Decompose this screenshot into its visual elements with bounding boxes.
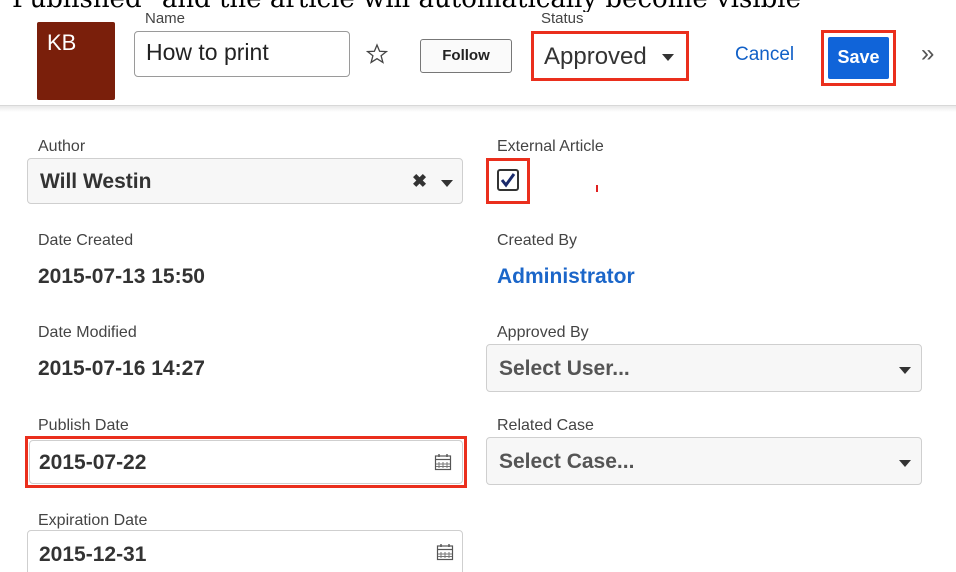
clear-icon[interactable]: ✖ — [412, 171, 427, 192]
created-by-label: Created By — [497, 232, 578, 249]
save-button-highlight: Save — [821, 30, 896, 86]
related-case-select[interactable]: Select Case... — [486, 437, 922, 485]
related-case-label: Related Case — [497, 417, 594, 434]
publish-date-input[interactable]: 2015-07-22 — [29, 440, 463, 484]
favorite-star-icon[interactable] — [366, 43, 388, 65]
cancel-button[interactable]: Cancel — [735, 44, 794, 66]
chevron-down-icon — [662, 54, 674, 61]
status-value: Approved — [544, 43, 647, 70]
calendar-icon[interactable] — [434, 453, 452, 471]
date-modified-value: 2015-07-16 14:27 — [38, 357, 205, 380]
module-avatar: KB — [37, 22, 115, 100]
approved-by-select[interactable]: Select User... — [486, 344, 922, 392]
checkmark-icon — [500, 173, 516, 188]
status-dropdown[interactable]: Approved — [531, 31, 689, 81]
chevron-down-icon — [899, 367, 911, 374]
related-case-placeholder: Select Case... — [499, 450, 635, 473]
chevron-down-icon — [441, 180, 453, 187]
save-button[interactable]: Save — [828, 37, 889, 79]
red-mark — [596, 185, 598, 192]
follow-button[interactable]: Follow — [420, 39, 512, 73]
chevron-down-icon — [899, 460, 911, 467]
publish-date-value: 2015-07-22 — [39, 451, 147, 474]
expiration-date-value: 2015-12-31 — [39, 543, 147, 566]
approved-by-placeholder: Select User... — [499, 357, 630, 380]
status-label: Status — [541, 10, 584, 27]
external-article-checkbox[interactable] — [497, 169, 519, 191]
author-label: Author — [38, 138, 86, 155]
author-value: Will Westin — [40, 170, 152, 193]
calendar-icon[interactable] — [436, 543, 454, 561]
date-created-value: 2015-07-13 15:50 — [38, 265, 205, 288]
created-by-link[interactable]: Administrator — [497, 265, 635, 289]
date-created-label: Date Created — [38, 232, 134, 249]
external-article-label: External Article — [497, 138, 604, 155]
author-select[interactable]: Will Westin ✖ — [27, 158, 463, 204]
name-label: Name — [145, 10, 186, 27]
approved-by-label: Approved By — [497, 324, 589, 341]
publish-date-label: Publish Date — [38, 417, 129, 434]
expiration-date-label: Expiration Date — [38, 512, 148, 529]
expiration-date-input[interactable]: 2015-12-31 — [27, 530, 463, 572]
header-shadow — [0, 106, 956, 112]
name-input[interactable]: How to print — [134, 31, 350, 77]
date-modified-label: Date Modified — [38, 324, 137, 341]
more-actions-icon[interactable]: » — [921, 40, 934, 68]
